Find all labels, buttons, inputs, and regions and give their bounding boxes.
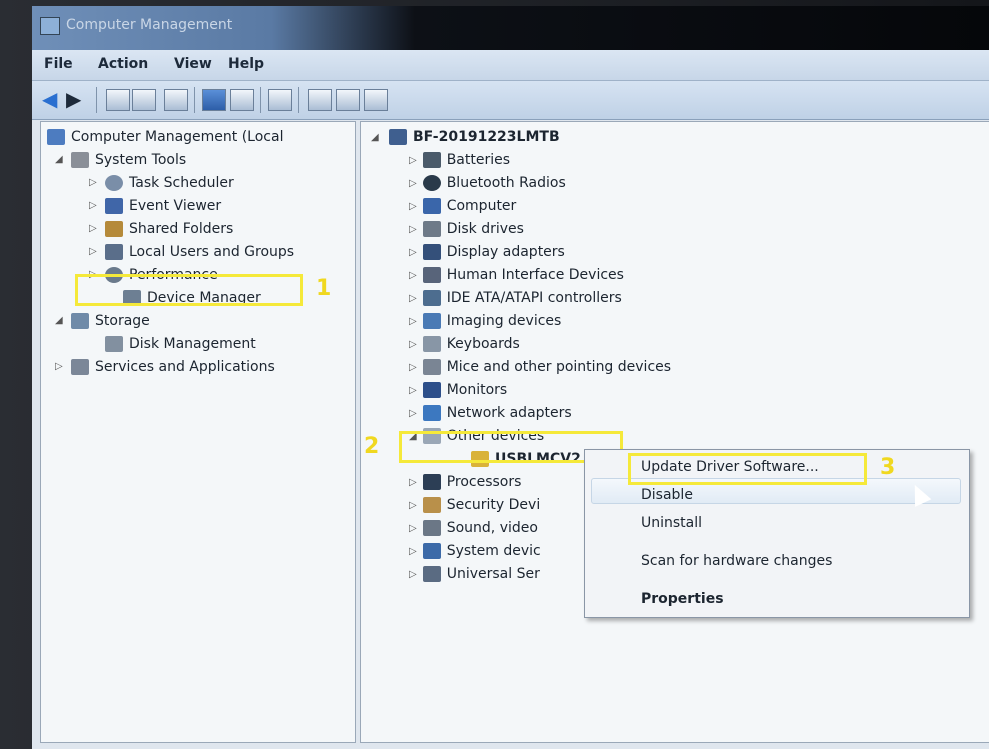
toolbar: ◀ ▶ bbox=[32, 81, 989, 120]
bluetooth-icon bbox=[422, 175, 441, 191]
menu-action[interactable]: Action bbox=[98, 56, 148, 72]
processor-icon bbox=[422, 474, 441, 490]
device-category[interactable]: ▷ Batteries bbox=[409, 149, 510, 171]
device-category[interactable]: ▷ IDE ATA/ATAPI controllers bbox=[409, 287, 622, 309]
usb-icon bbox=[422, 566, 441, 582]
expand-triangle-icon[interactable]: ▷ bbox=[89, 246, 97, 257]
menu-bar: File Action View Help bbox=[32, 50, 989, 81]
device-category[interactable]: ▷ Processors bbox=[409, 471, 521, 493]
highlight-update-driver bbox=[628, 453, 867, 485]
scan-hardware-icon[interactable] bbox=[268, 89, 292, 111]
menu-properties[interactable]: Properties bbox=[641, 591, 724, 607]
title-bar: Computer Management bbox=[32, 6, 989, 50]
device-category[interactable]: ▷ Universal Ser bbox=[409, 563, 540, 585]
battery-icon bbox=[422, 152, 441, 168]
tree-local-users[interactable]: Local Users and Groups bbox=[105, 241, 294, 263]
mouse-icon bbox=[422, 359, 441, 375]
enable-device-icon[interactable] bbox=[364, 89, 388, 111]
device-tree-computer[interactable]: BF-20191223LMTB bbox=[389, 126, 560, 148]
tree-shared-folders[interactable]: Shared Folders bbox=[105, 218, 233, 240]
device-category[interactable]: ▷ Monitors bbox=[409, 379, 507, 401]
collapse-triangle-icon[interactable]: ◢ bbox=[55, 154, 63, 165]
tools-icon bbox=[71, 152, 89, 168]
device-category[interactable]: ▷ Imaging devices bbox=[409, 310, 561, 332]
menu-scan-hardware[interactable]: Scan for hardware changes bbox=[641, 553, 832, 569]
keyboard-icon bbox=[422, 336, 441, 352]
tree-disk-management[interactable]: Disk Management bbox=[105, 333, 256, 355]
device-category[interactable]: ▷ Disk drives bbox=[409, 218, 524, 240]
properties-icon[interactable] bbox=[164, 89, 188, 111]
window-title: Computer Management bbox=[66, 17, 233, 33]
device-category[interactable]: ▷ Display adapters bbox=[409, 241, 565, 263]
navigation-tree: Computer Management (Local ◢ System Tool… bbox=[40, 121, 356, 743]
expand-triangle-icon[interactable]: ▷ bbox=[89, 177, 97, 188]
show-hide-tree-icon[interactable] bbox=[132, 89, 156, 111]
clock-icon bbox=[105, 175, 123, 191]
device-category[interactable]: ▷ Security Devi bbox=[409, 494, 540, 516]
services-icon bbox=[71, 359, 89, 375]
device-category[interactable]: ▷ Computer bbox=[409, 195, 516, 217]
event-viewer-icon bbox=[105, 198, 123, 214]
expand-triangle-icon[interactable]: ▷ bbox=[55, 361, 63, 372]
system-device-icon bbox=[422, 543, 441, 559]
device-category[interactable]: ▷ Mice and other pointing devices bbox=[409, 356, 671, 378]
tree-root[interactable]: Computer Management (Local bbox=[47, 126, 283, 148]
computer-management-icon bbox=[40, 17, 60, 35]
device-category[interactable]: ▷ System devic bbox=[409, 540, 541, 562]
menu-help[interactable]: Help bbox=[228, 56, 264, 72]
menu-file[interactable]: File bbox=[44, 56, 73, 72]
back-arrow-icon[interactable]: ◀ bbox=[42, 89, 57, 109]
hid-icon bbox=[422, 267, 441, 283]
menu-uninstall[interactable]: Uninstall bbox=[641, 515, 702, 531]
expand-triangle-icon[interactable]: ▷ bbox=[89, 200, 97, 211]
shared-folder-icon bbox=[105, 221, 123, 237]
up-folder-icon[interactable] bbox=[106, 89, 130, 111]
computer-icon bbox=[389, 129, 407, 145]
tree-services-apps[interactable]: Services and Applications bbox=[71, 356, 275, 378]
display-adapter-icon bbox=[422, 244, 441, 260]
tree-event-viewer[interactable]: Event Viewer bbox=[105, 195, 221, 217]
computer-management-icon bbox=[47, 129, 65, 145]
users-icon bbox=[105, 244, 123, 260]
device-category[interactable]: ▷ Bluetooth Radios bbox=[409, 172, 566, 194]
storage-icon bbox=[71, 313, 89, 329]
expand-triangle-icon[interactable]: ▷ bbox=[89, 223, 97, 234]
collapse-triangle-icon[interactable]: ◢ bbox=[55, 315, 63, 326]
help-icon[interactable] bbox=[202, 89, 226, 111]
security-key-icon bbox=[422, 497, 441, 513]
menu-disable[interactable]: Disable bbox=[641, 487, 693, 503]
device-category[interactable]: ▷ Human Interface Devices bbox=[409, 264, 624, 286]
collapse-triangle-icon[interactable]: ◢ bbox=[371, 132, 379, 143]
tree-task-scheduler[interactable]: Task Scheduler bbox=[105, 172, 234, 194]
action-pane-icon[interactable] bbox=[230, 89, 254, 111]
forward-arrow-icon[interactable]: ▶ bbox=[66, 89, 81, 109]
step-number-1: 1 bbox=[316, 276, 332, 301]
speaker-icon bbox=[422, 520, 441, 536]
network-adapter-icon bbox=[422, 405, 441, 421]
uninstall-icon[interactable] bbox=[336, 89, 360, 111]
device-category[interactable]: ▷ Sound, video bbox=[409, 517, 538, 539]
computer-management-window: Computer Management File Action View Hel… bbox=[32, 6, 989, 749]
disk-drive-icon bbox=[422, 221, 441, 237]
disk-icon bbox=[105, 336, 123, 352]
monitor-icon bbox=[422, 382, 441, 398]
update-driver-icon[interactable] bbox=[308, 89, 332, 111]
computer-icon bbox=[422, 198, 441, 214]
highlight-device-manager bbox=[75, 274, 303, 306]
tree-storage[interactable]: Storage bbox=[71, 310, 150, 332]
ide-controller-icon bbox=[422, 290, 441, 306]
step-number-3: 3 bbox=[880, 455, 896, 480]
device-category[interactable]: ▷ Network adapters bbox=[409, 402, 572, 424]
device-category[interactable]: ▷ Keyboards bbox=[409, 333, 520, 355]
menu-view[interactable]: View bbox=[174, 56, 212, 72]
tree-system-tools[interactable]: System Tools bbox=[71, 149, 186, 171]
camera-icon bbox=[422, 313, 441, 329]
step-number-2: 2 bbox=[364, 434, 380, 459]
